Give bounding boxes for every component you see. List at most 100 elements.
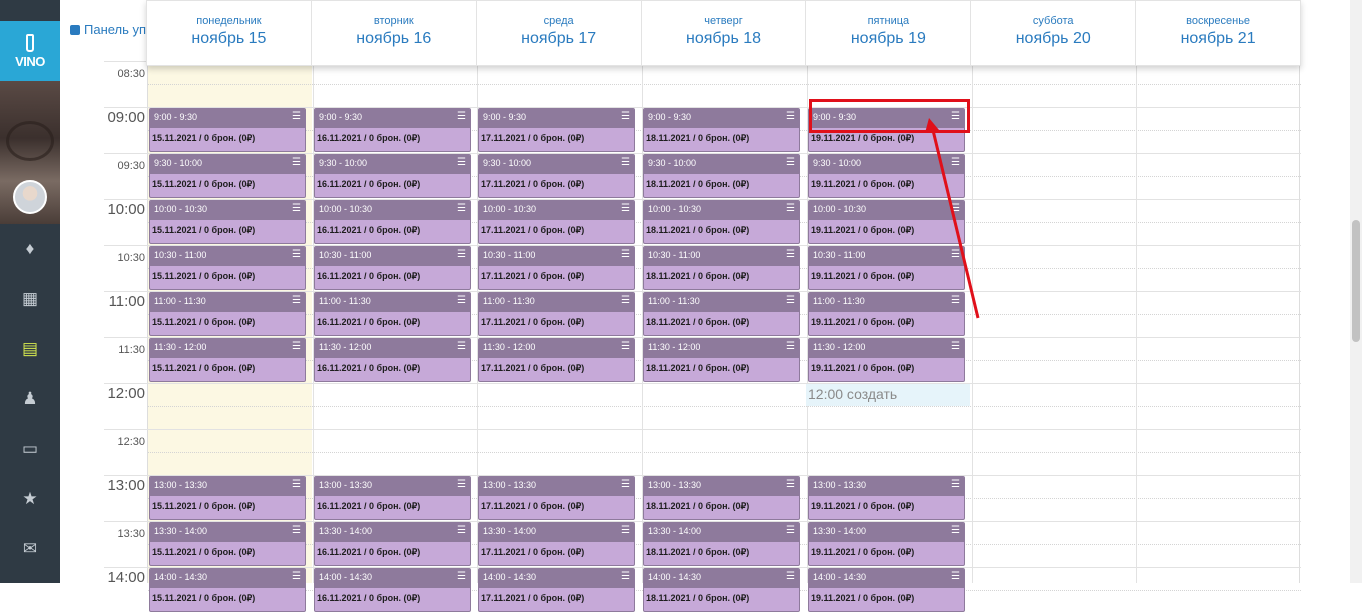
event-slot[interactable]: 9:00 - 9:30 ☰ 16.11.2021 / 0 брон. (0₽) (314, 108, 471, 152)
list-menu-icon[interactable]: ☰ (292, 249, 301, 260)
event-slot[interactable]: 9:00 - 9:30 ☰ 18.11.2021 / 0 брон. (0₽) (643, 108, 800, 152)
list-menu-icon[interactable]: ☰ (621, 571, 630, 582)
list-menu-icon[interactable]: ☰ (292, 571, 301, 582)
star-icon[interactable]: ★ (0, 484, 60, 514)
list-menu-icon[interactable]: ☰ (951, 525, 960, 536)
list-menu-icon[interactable]: ☰ (621, 479, 630, 490)
event-slot[interactable]: 11:00 - 11:30 ☰ 18.11.2021 / 0 брон. (0₽) (643, 292, 800, 336)
list-menu-icon[interactable]: ☰ (292, 157, 301, 168)
list-menu-icon[interactable]: ☰ (786, 157, 795, 168)
scroll-thumb[interactable] (1352, 220, 1360, 342)
event-slot[interactable]: 11:30 - 12:00 ☰ 19.11.2021 / 0 брон. (0₽) (808, 338, 965, 382)
list-menu-icon[interactable]: ☰ (951, 203, 960, 214)
list-menu-icon[interactable]: ☰ (951, 249, 960, 260)
event-slot[interactable]: 14:00 - 14:30 ☰ 16.11.2021 / 0 брон. (0₽) (314, 568, 471, 612)
list-menu-icon[interactable]: ☰ (457, 525, 466, 536)
list-menu-icon[interactable]: ☰ (457, 295, 466, 306)
event-slot[interactable]: 11:30 - 12:00 ☰ 16.11.2021 / 0 брон. (0₽) (314, 338, 471, 382)
list-menu-icon[interactable]: ☰ (457, 111, 466, 122)
list-menu-icon[interactable]: ☰ (292, 341, 301, 352)
list-menu-icon[interactable]: ☰ (786, 525, 795, 536)
list-menu-icon[interactable]: ☰ (951, 479, 960, 490)
event-slot[interactable]: 11:00 - 11:30 ☰ 17.11.2021 / 0 брон. (0₽) (478, 292, 635, 336)
event-slot[interactable]: 10:00 - 10:30 ☰ 16.11.2021 / 0 брон. (0₽) (314, 200, 471, 244)
event-slot[interactable]: 10:00 - 10:30 ☰ 17.11.2021 / 0 брон. (0₽) (478, 200, 635, 244)
list-menu-icon[interactable]: ☰ (786, 479, 795, 490)
event-slot[interactable]: 13:30 - 14:00 ☰ 16.11.2021 / 0 брон. (0₽) (314, 522, 471, 566)
list-menu-icon[interactable]: ☰ (457, 341, 466, 352)
event-slot[interactable]: 10:30 - 11:00 ☰ 17.11.2021 / 0 брон. (0₽) (478, 246, 635, 290)
list-menu-icon[interactable]: ☰ (457, 157, 466, 168)
list-menu-icon[interactable]: ☰ (951, 571, 960, 582)
day-header-1[interactable]: вторник ноябрь 16 (312, 1, 477, 65)
event-slot[interactable]: 11:00 - 11:30 ☰ 15.11.2021 / 0 брон. (0₽) (149, 292, 306, 336)
list-menu-icon[interactable]: ☰ (951, 295, 960, 306)
event-slot[interactable]: 9:30 - 10:00 ☰ 16.11.2021 / 0 брон. (0₽) (314, 154, 471, 198)
day-header-3[interactable]: четверг ноябрь 18 (642, 1, 807, 65)
list-menu-icon[interactable]: ☰ (621, 111, 630, 122)
list-menu-icon[interactable]: ☰ (457, 249, 466, 260)
list-menu-icon[interactable]: ☰ (292, 203, 301, 214)
event-slot[interactable]: 14:00 - 14:30 ☰ 15.11.2021 / 0 брон. (0₽) (149, 568, 306, 612)
app-logo[interactable]: VINO (0, 21, 60, 81)
event-slot[interactable]: 9:00 - 9:30 ☰ 17.11.2021 / 0 брон. (0₽) (478, 108, 635, 152)
list-menu-icon[interactable]: ☰ (786, 295, 795, 306)
users-icon[interactable]: ♟ (0, 384, 60, 414)
event-slot[interactable]: 10:00 - 10:30 ☰ 18.11.2021 / 0 брон. (0₽) (643, 200, 800, 244)
event-slot[interactable]: 10:30 - 11:00 ☰ 15.11.2021 / 0 брон. (0₽) (149, 246, 306, 290)
event-slot[interactable]: 13:00 - 13:30 ☰ 19.11.2021 / 0 брон. (0₽) (808, 476, 965, 520)
event-slot[interactable]: 11:30 - 12:00 ☰ 15.11.2021 / 0 брон. (0₽) (149, 338, 306, 382)
list-menu-icon[interactable]: ☰ (786, 571, 795, 582)
event-slot[interactable]: 14:00 - 14:30 ☰ 19.11.2021 / 0 брон. (0₽) (808, 568, 965, 612)
list-menu-icon[interactable]: ☰ (621, 525, 630, 536)
event-slot[interactable]: 13:30 - 14:00 ☰ 17.11.2021 / 0 брон. (0₽) (478, 522, 635, 566)
event-slot[interactable]: 11:00 - 11:30 ☰ 19.11.2021 / 0 брон. (0₽) (808, 292, 965, 336)
user-avatar[interactable] (13, 180, 47, 214)
create-slot[interactable]: 12:00 создать (806, 384, 970, 406)
event-slot[interactable]: 10:30 - 11:00 ☰ 16.11.2021 / 0 брон. (0₽) (314, 246, 471, 290)
event-slot[interactable]: 9:00 - 9:30 ☰ 15.11.2021 / 0 брон. (0₽) (149, 108, 306, 152)
list-menu-icon[interactable]: ☰ (457, 203, 466, 214)
list-icon[interactable]: ▤ (0, 334, 60, 364)
event-slot[interactable]: 9:30 - 10:00 ☰ 15.11.2021 / 0 брон. (0₽) (149, 154, 306, 198)
event-slot[interactable]: 10:30 - 11:00 ☰ 19.11.2021 / 0 брон. (0₽) (808, 246, 965, 290)
event-slot[interactable]: 14:00 - 14:30 ☰ 17.11.2021 / 0 брон. (0₽) (478, 568, 635, 612)
event-slot[interactable]: 13:30 - 14:00 ☰ 19.11.2021 / 0 брон. (0₽) (808, 522, 965, 566)
event-slot[interactable]: 11:30 - 12:00 ☰ 18.11.2021 / 0 брон. (0₽) (643, 338, 800, 382)
list-menu-icon[interactable]: ☰ (786, 341, 795, 352)
calendar-icon[interactable]: ▦ (0, 284, 60, 314)
event-slot[interactable]: 13:00 - 13:30 ☰ 17.11.2021 / 0 брон. (0₽) (478, 476, 635, 520)
list-menu-icon[interactable]: ☰ (951, 341, 960, 352)
event-slot[interactable]: 9:30 - 10:00 ☰ 17.11.2021 / 0 брон. (0₽) (478, 154, 635, 198)
scrollbar[interactable] (1350, 0, 1362, 583)
window-icon[interactable]: ▭ (0, 434, 60, 464)
list-menu-icon[interactable]: ☰ (786, 203, 795, 214)
list-menu-icon[interactable]: ☰ (621, 203, 630, 214)
list-menu-icon[interactable]: ☰ (292, 295, 301, 306)
list-menu-icon[interactable]: ☰ (292, 111, 301, 122)
event-slot[interactable]: 11:30 - 12:00 ☰ 17.11.2021 / 0 брон. (0₽) (478, 338, 635, 382)
event-slot[interactable]: 9:30 - 10:00 ☰ 18.11.2021 / 0 брон. (0₽) (643, 154, 800, 198)
list-menu-icon[interactable]: ☰ (621, 157, 630, 168)
event-slot[interactable]: 11:00 - 11:30 ☰ 16.11.2021 / 0 брон. (0₽) (314, 292, 471, 336)
day-header-6[interactable]: воскресенье ноябрь 21 (1136, 1, 1300, 65)
list-menu-icon[interactable]: ☰ (457, 571, 466, 582)
event-slot[interactable]: 13:00 - 13:30 ☰ 16.11.2021 / 0 брон. (0₽) (314, 476, 471, 520)
day-header-0[interactable]: понедельник ноябрь 15 (147, 1, 312, 65)
list-menu-icon[interactable]: ☰ (786, 249, 795, 260)
list-menu-icon[interactable]: ☰ (786, 111, 795, 122)
list-menu-icon[interactable]: ☰ (457, 479, 466, 490)
bottle-icon[interactable]: ♦ (0, 234, 60, 264)
day-header-4[interactable]: пятница ноябрь 19 (806, 1, 972, 65)
list-menu-icon[interactable]: ☰ (621, 295, 630, 306)
event-slot[interactable]: 9:30 - 10:00 ☰ 19.11.2021 / 0 брон. (0₽) (808, 154, 965, 198)
event-slot[interactable]: 14:00 - 14:30 ☰ 18.11.2021 / 0 брон. (0₽) (643, 568, 800, 612)
list-menu-icon[interactable]: ☰ (292, 479, 301, 490)
day-header-2[interactable]: среда ноябрь 17 (477, 1, 642, 65)
mail-icon[interactable]: ✉ (0, 534, 60, 564)
list-menu-icon[interactable]: ☰ (951, 157, 960, 168)
list-menu-icon[interactable]: ☰ (292, 525, 301, 536)
event-slot[interactable]: 10:30 - 11:00 ☰ 18.11.2021 / 0 брон. (0₽) (643, 246, 800, 290)
day-header-5[interactable]: суббота ноябрь 20 (971, 1, 1137, 65)
event-slot[interactable]: 13:00 - 13:30 ☰ 18.11.2021 / 0 брон. (0₽) (643, 476, 800, 520)
